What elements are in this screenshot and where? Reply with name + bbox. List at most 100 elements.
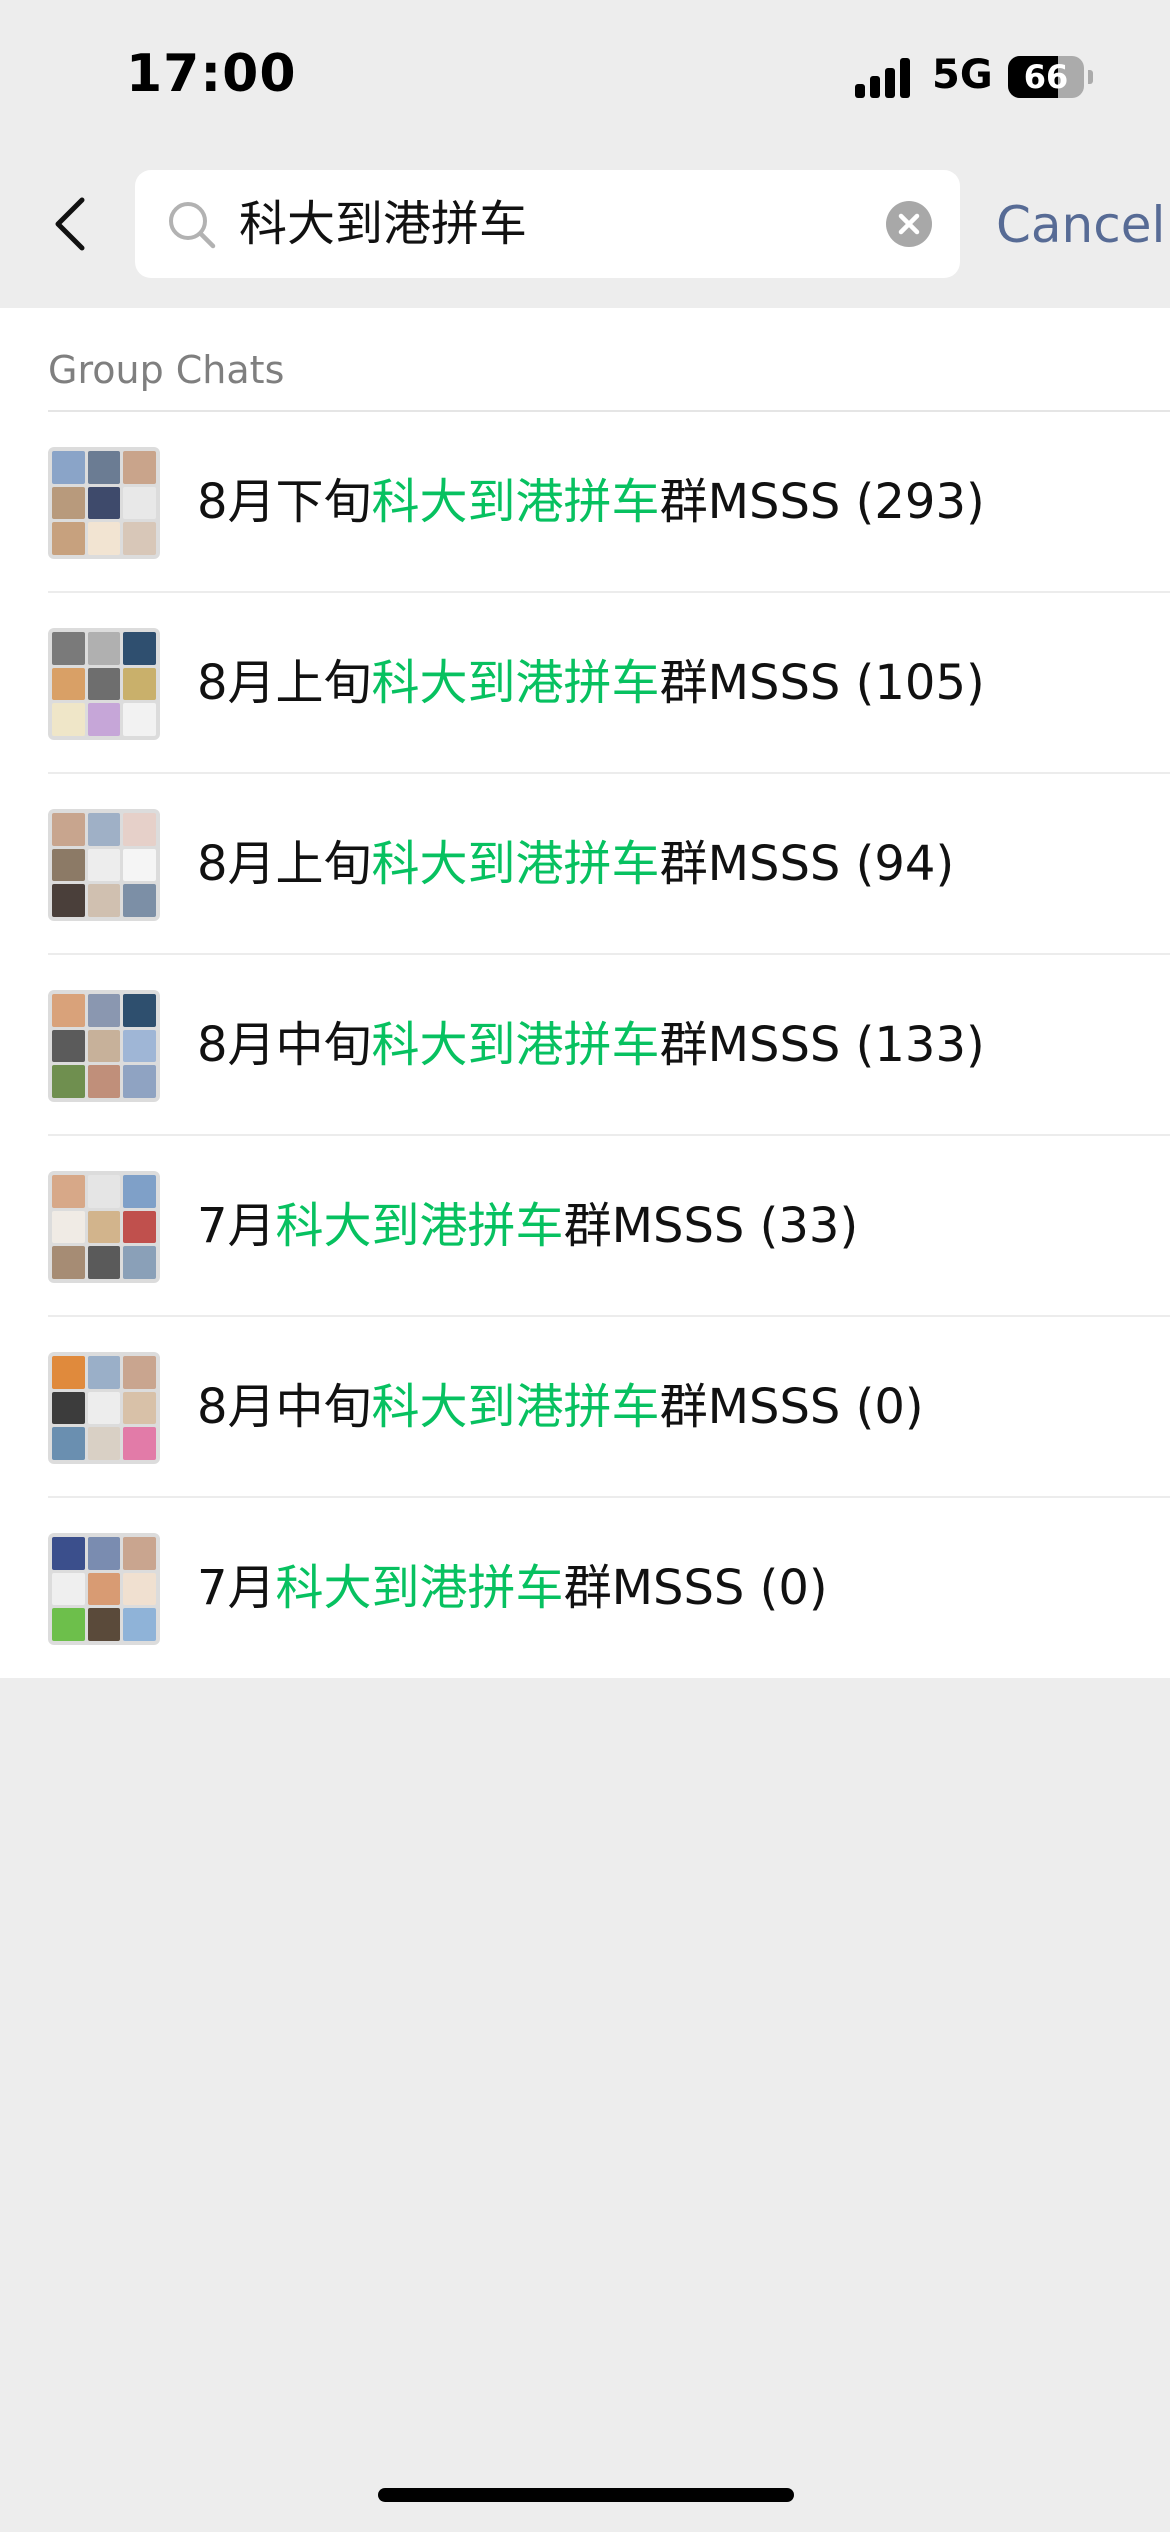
avatar-tile <box>123 486 156 520</box>
avatar-tile <box>52 1427 85 1460</box>
group-chat-row[interactable]: 8月下旬科大到港拼车群MSSS (293) <box>0 412 1170 593</box>
avatar-tile <box>52 994 85 1027</box>
title-suffix: 群MSSS (133) <box>659 1017 985 1073</box>
group-chat-row[interactable]: 7月科大到港拼车群MSSS (0) <box>0 1498 1170 1679</box>
title-match-highlight: 科大到港拼车 <box>371 655 660 711</box>
avatar-tile <box>87 451 121 484</box>
title-match-highlight: 科大到港拼车 <box>371 1379 660 1435</box>
avatar-tile <box>52 813 85 846</box>
avatar-tile <box>52 1065 85 1098</box>
avatar-tile <box>123 451 156 484</box>
group-avatar <box>48 1533 160 1645</box>
avatar-tile <box>52 1608 85 1641</box>
avatar-tile <box>52 1246 85 1279</box>
avatar-tile <box>123 884 156 917</box>
avatar-tile <box>52 848 85 882</box>
title-prefix: 8月下旬 <box>197 474 372 530</box>
avatar-tile <box>87 486 121 520</box>
title-prefix: 8月上旬 <box>197 655 372 711</box>
cancel-button[interactable]: Cancel <box>996 190 1165 260</box>
avatar-tile <box>52 522 85 555</box>
group-avatar <box>48 1171 160 1283</box>
avatar-tile <box>123 1065 156 1098</box>
avatar-tile <box>87 632 121 665</box>
avatar-tile <box>123 994 156 1027</box>
avatar-tile <box>87 667 121 701</box>
search-input[interactable]: 科大到港拼车 <box>239 170 859 278</box>
avatar-tile <box>87 1175 121 1208</box>
back-button[interactable] <box>40 186 100 262</box>
group-chat-row[interactable]: 8月中旬科大到港拼车群MSSS (133) <box>0 955 1170 1136</box>
group-chat-title: 7月科大到港拼车群MSSS (0) <box>197 1498 828 1679</box>
avatar-tile <box>123 848 156 882</box>
title-prefix: 8月中旬 <box>197 1017 372 1073</box>
title-match-highlight: 科大到港拼车 <box>371 474 660 530</box>
avatar-tile <box>52 1356 85 1389</box>
avatar-tile <box>52 1572 85 1606</box>
group-chat-title: 8月中旬科大到港拼车群MSSS (0) <box>197 1317 924 1498</box>
search-results: Group Chats 8月下旬科大到港拼车群MSSS (293) 8月上旬科大到… <box>0 308 1170 1678</box>
group-chat-title: 8月上旬科大到港拼车群MSSS (94) <box>197 774 954 955</box>
home-indicator[interactable] <box>378 2488 794 2502</box>
section-title-group-chats: Group Chats <box>48 348 285 392</box>
network-type: 5G <box>932 52 993 98</box>
chevron-left-icon <box>55 197 85 251</box>
avatar-tile <box>87 1356 121 1389</box>
avatar-tile <box>87 703 121 736</box>
title-match-highlight: 科大到港拼车 <box>371 1017 660 1073</box>
avatar-tile <box>87 884 121 917</box>
avatar-tile <box>123 1246 156 1279</box>
battery-icon: 66 <box>1008 56 1084 98</box>
group-chat-row[interactable]: 7月科大到港拼车群MSSS (33) <box>0 1136 1170 1317</box>
status-bar: 17:00 5G 66 <box>0 0 1170 150</box>
clear-icon[interactable] <box>886 201 932 247</box>
title-prefix: 7月 <box>197 1560 276 1616</box>
avatar-tile <box>52 1391 85 1425</box>
avatar-tile <box>123 703 156 736</box>
search-box[interactable]: 科大到港拼车 <box>135 170 960 278</box>
avatar-tile <box>123 632 156 665</box>
group-avatar <box>48 628 160 740</box>
avatar-tile <box>52 486 85 520</box>
avatar-tile <box>87 813 121 846</box>
avatar-tile <box>123 1427 156 1460</box>
avatar-tile <box>123 667 156 701</box>
title-suffix: 群MSSS (33) <box>563 1198 859 1254</box>
avatar-tile <box>52 884 85 917</box>
title-suffix: 群MSSS (0) <box>659 1379 924 1435</box>
title-prefix: 7月 <box>197 1198 276 1254</box>
title-match-highlight: 科大到港拼车 <box>275 1560 564 1616</box>
avatar-tile <box>87 1391 121 1425</box>
group-chat-title: 8月中旬科大到港拼车群MSSS (133) <box>197 955 985 1136</box>
group-chat-row[interactable]: 8月上旬科大到港拼车群MSSS (94) <box>0 774 1170 955</box>
group-avatar <box>48 990 160 1102</box>
avatar-tile <box>87 1065 121 1098</box>
avatar-tile <box>52 667 85 701</box>
avatar-tile <box>123 1210 156 1244</box>
avatar-tile <box>123 1356 156 1389</box>
avatar-tile <box>87 1210 121 1244</box>
avatar-tile <box>87 1029 121 1063</box>
cellular-signal-icon <box>855 58 915 98</box>
avatar-tile <box>52 451 85 484</box>
avatar-tile <box>123 1608 156 1641</box>
avatar-tile <box>87 994 121 1027</box>
avatar-tile <box>52 1210 85 1244</box>
avatar-tile <box>87 522 121 555</box>
group-avatar <box>48 1352 160 1464</box>
title-match-highlight: 科大到港拼车 <box>371 836 660 892</box>
avatar-tile <box>123 522 156 555</box>
title-suffix: 群MSSS (293) <box>659 474 985 530</box>
avatar-tile <box>123 1537 156 1570</box>
group-chat-row[interactable]: 8月中旬科大到港拼车群MSSS (0) <box>0 1317 1170 1498</box>
avatar-tile <box>123 1029 156 1063</box>
avatar-tile <box>123 1175 156 1208</box>
search-icon <box>169 202 216 249</box>
group-chat-row[interactable]: 8月上旬科大到港拼车群MSSS (105) <box>0 593 1170 774</box>
battery-tip <box>1088 70 1093 84</box>
title-match-highlight: 科大到港拼车 <box>275 1198 564 1254</box>
avatar-tile <box>123 1572 156 1606</box>
avatar-tile <box>123 1391 156 1425</box>
avatar-tile <box>52 1537 85 1570</box>
avatar-tile <box>52 1175 85 1208</box>
